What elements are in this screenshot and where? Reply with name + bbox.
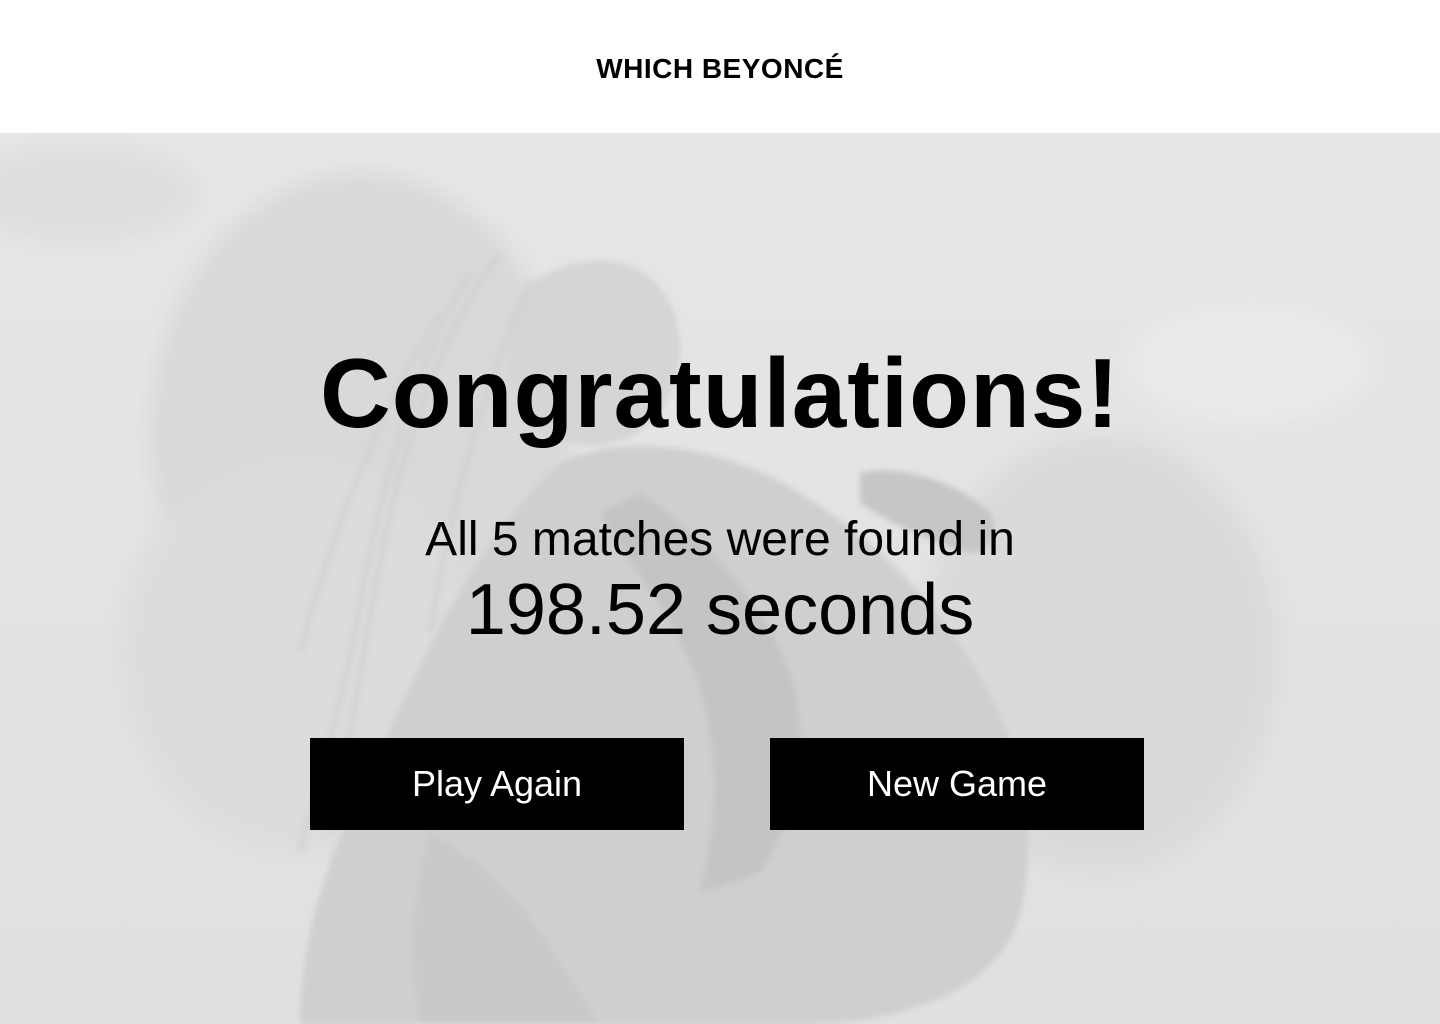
new-game-button[interactable]: New Game [770, 738, 1144, 830]
site-header: WHICH BEYONCÉ [0, 0, 1440, 133]
elapsed-time: 198.52 seconds [465, 570, 975, 650]
congratulations-heading: Congratulations! [320, 338, 1120, 448]
results-panel: Congratulations! All 5 matches were foun… [0, 133, 1440, 1024]
site-title: WHICH BEYONCÉ [596, 52, 844, 84]
results-content: Congratulations! All 5 matches were foun… [0, 133, 1440, 1024]
matches-summary: All 5 matches were found in [425, 513, 1015, 566]
play-again-button[interactable]: Play Again [310, 738, 684, 830]
